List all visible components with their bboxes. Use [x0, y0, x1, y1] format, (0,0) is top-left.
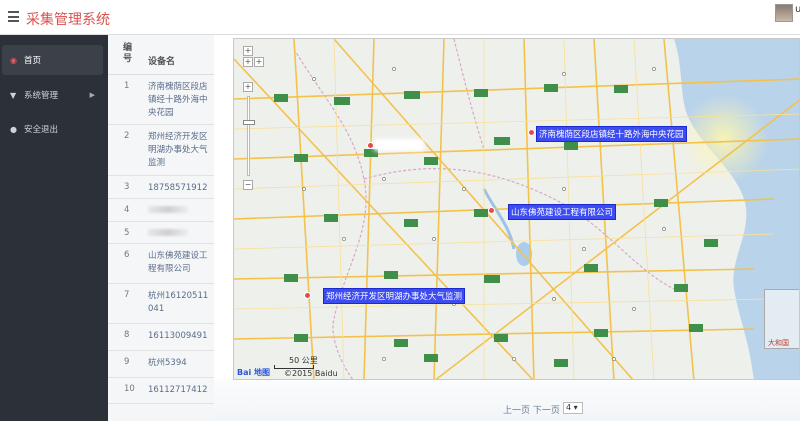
- map-marker[interactable]: [304, 292, 311, 299]
- row-device-name[interactable]: 郑州经济开发区明湖办事处大气监测: [148, 131, 212, 170]
- chevron-down-icon: ▾: [573, 403, 578, 412]
- redacted-text: [148, 206, 188, 213]
- table-row[interactable]: 2 郑州经济开发区明湖办事处大气监测: [108, 125, 214, 176]
- map-copyright: ©2015 Baidu: [284, 369, 338, 378]
- app-title: 采集管理系统: [26, 12, 110, 28]
- row-device-name[interactable]: 16113009491: [148, 330, 212, 343]
- sidebar-item-label: 系统管理: [24, 91, 59, 101]
- filter-icon: ▼: [10, 90, 17, 100]
- row-no: 1: [124, 81, 130, 91]
- table-row[interactable]: 9 杭州5394: [108, 351, 214, 378]
- row-no: 4: [124, 205, 130, 215]
- row-device-name[interactable]: 山东佛苑建设工程有限公司: [148, 250, 212, 276]
- pagination: 上一页 下一页: [503, 403, 560, 416]
- pan-left-icon[interactable]: +: [243, 57, 253, 67]
- map-marker[interactable]: [488, 207, 495, 214]
- marker-label[interactable]: 郑州经济开发区明湖办事处大气监测: [323, 288, 466, 304]
- top-header: 采集管理系统 u: [0, 0, 800, 35]
- row-no: 9: [124, 357, 130, 367]
- pan-right-icon[interactable]: +: [254, 57, 264, 67]
- table-row[interactable]: 3 18758571912: [108, 176, 214, 199]
- column-header-name: 设备名: [148, 57, 176, 67]
- menu-toggle-icon[interactable]: [8, 11, 19, 22]
- marker-label[interactable]: 山东佛苑建设工程有限公司: [508, 204, 617, 220]
- row-device-name-redacted[interactable]: [148, 228, 212, 241]
- row-device-name[interactable]: 杭州5394: [148, 357, 212, 370]
- baidu-logo: Bai 地图: [237, 368, 271, 377]
- table-row[interactable]: 7 杭州16120511041: [108, 284, 214, 324]
- row-no: 5: [124, 228, 130, 238]
- row-no: 7: [124, 290, 130, 300]
- sidebar-item-label: 首页: [24, 56, 42, 66]
- row-device-name[interactable]: 16112717412: [148, 384, 212, 397]
- next-page-link[interactable]: 下一页: [533, 406, 560, 416]
- sidebar-item-label: 安全退出: [24, 125, 59, 135]
- overview-map-label: 大和国: [768, 339, 789, 347]
- row-no: 10: [124, 384, 135, 394]
- row-device-name[interactable]: 济南槐荫区段店镇经十路外海中央花园: [148, 81, 212, 120]
- pan-up-icon[interactable]: +: [243, 46, 253, 56]
- row-device-name[interactable]: 18758571912: [148, 182, 212, 195]
- page-select-value: 4: [566, 403, 572, 412]
- device-table: 编号 设备名 1 济南槐荫区段店镇经十路外海中央花园 2 郑州经济开发区明湖办事…: [108, 35, 214, 421]
- table-header: 编号 设备名: [108, 35, 214, 75]
- column-header-no: 编号: [123, 43, 133, 64]
- user-icon: ●: [10, 124, 17, 134]
- table-row[interactable]: 8 16113009491: [108, 324, 214, 351]
- zoom-control: + + + + −: [243, 46, 264, 190]
- sidebar: ◉ 首页 ▼ 系统管理 ▶ ● 安全退出: [0, 35, 108, 421]
- user-avatar[interactable]: [775, 4, 793, 22]
- row-device-name[interactable]: 杭州16120511041: [148, 290, 212, 316]
- map-marker[interactable]: [528, 129, 535, 136]
- row-device-name-redacted[interactable]: [148, 205, 212, 218]
- chevron-right-icon: ▶: [89, 91, 95, 99]
- map-marker[interactable]: [367, 142, 374, 149]
- sidebar-item-logout[interactable]: ● 安全退出: [2, 114, 103, 144]
- overview-map[interactable]: 大和国: [764, 289, 799, 349]
- home-icon: ◉: [10, 55, 17, 65]
- marker-label[interactable]: 济南槐荫区段店镇经十路外海中央花园: [536, 126, 687, 142]
- zoom-in-button[interactable]: +: [243, 82, 253, 92]
- redacted-text: [148, 229, 188, 236]
- prev-page-link[interactable]: 上一页: [503, 406, 530, 416]
- zoom-out-button[interactable]: −: [243, 180, 253, 190]
- table-row[interactable]: 1 济南槐荫区段店镇经十路外海中央花园: [108, 75, 214, 125]
- row-no: 6: [124, 250, 130, 260]
- table-row[interactable]: 10 16112717412: [108, 378, 214, 404]
- row-no: 8: [124, 330, 130, 340]
- page-select[interactable]: 4 ▾: [563, 402, 583, 414]
- redacted-marker-label: [374, 139, 424, 151]
- zoom-slider-thumb[interactable]: [243, 120, 255, 125]
- row-no: 3: [124, 182, 130, 192]
- table-row[interactable]: 5: [108, 222, 214, 244]
- table-row[interactable]: 6 山东佛苑建设工程有限公司: [108, 244, 214, 284]
- baidu-map[interactable]: + + + + − 济南槐荫区段店镇经十路外海中央花园 山东佛苑建设工程有限公司…: [233, 38, 800, 380]
- username[interactable]: u: [795, 4, 800, 15]
- zoom-slider-track[interactable]: [247, 96, 250, 176]
- table-row[interactable]: 4: [108, 199, 214, 222]
- row-no: 2: [124, 131, 130, 141]
- sidebar-item-system[interactable]: ▼ 系统管理 ▶: [2, 80, 103, 110]
- sidebar-item-home[interactable]: ◉ 首页: [2, 45, 103, 75]
